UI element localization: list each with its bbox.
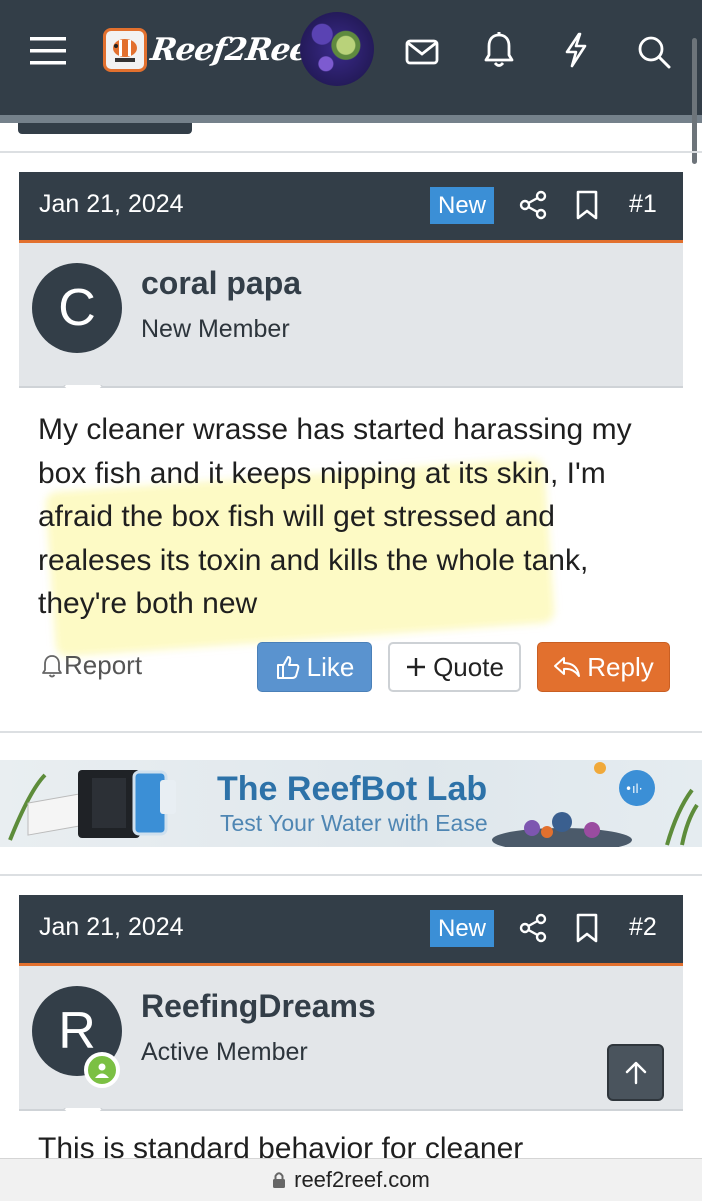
message-pointer-wrap [19,385,683,405]
post-date[interactable]: Jan 21, 2024 [39,190,184,219]
menu-icon[interactable] [26,32,70,70]
message-pointer [63,385,103,405]
quote-label: Quote [433,651,504,682]
user-title: New Member [141,315,290,343]
message-pointer [63,1108,103,1128]
quote-button[interactable]: Quote [388,642,521,692]
username[interactable]: ReefingDreams [141,988,376,1025]
site-logo[interactable]: Reef2Reef [103,28,324,72]
bell-outline-icon [42,654,62,677]
divider [0,874,702,876]
lightning-icon[interactable] [556,30,596,70]
brand-name: Reef2Reef [148,32,324,68]
header-underline [0,115,702,123]
search-icon[interactable] [634,32,674,72]
divider [0,151,702,153]
reply-button[interactable]: Reply [537,642,670,692]
page-scrollbar[interactable] [692,38,697,164]
online-status-icon [84,1052,120,1088]
user-avatar-image[interactable] [300,12,374,86]
post-header: Jan 21, 2024 New #2 [19,895,683,966]
user-info: C coral papa New Member [19,243,683,388]
lock-icon [273,1172,286,1188]
reply-arrow-icon [554,657,581,677]
divider [0,731,702,733]
bookmark-icon[interactable] [575,190,599,224]
share-icon[interactable] [519,190,547,224]
thumbs-up-icon [276,656,299,679]
share-icon[interactable] [519,913,547,947]
coral-reef-image: •ıl· [492,762,699,847]
post-number[interactable]: #1 [629,190,657,219]
post-number[interactable]: #2 [629,913,657,942]
avatar[interactable]: C [32,263,122,353]
post-message: My cleaner wrasse has started harassing … [38,413,632,620]
new-badge: New [430,910,494,947]
reefbot-product-image [8,770,176,841]
ad-subtitle: Test Your Water with Ease [220,810,488,836]
like-button[interactable]: Like [257,642,372,692]
mail-icon[interactable] [402,34,442,70]
post-date[interactable]: Jan 21, 2024 [39,913,184,942]
username[interactable]: coral papa [141,265,301,302]
arrow-up-icon [625,1061,646,1084]
post-1: Jan 21, 2024 New #1 C coral papa New Mem… [19,172,683,388]
url-text: reef2reef.com [294,1167,430,1192]
report-label: Report [64,650,143,680]
post-2: Jan 21, 2024 New #2 R ReefingDreams Acti… [19,895,683,1111]
top-navigation-bar: Reef2Reef [0,0,702,115]
ad-title: The ReefBot Lab [217,770,488,808]
plus-icon [407,658,426,676]
message-pointer-wrap [19,1108,683,1128]
page-tab-stub [18,123,192,134]
svg-text:•ıl·: •ıl· [625,782,643,796]
new-badge: New [430,187,494,224]
post-header: Jan 21, 2024 New #1 [19,172,683,243]
reply-label: Reply [587,651,654,682]
logo-badge-icon [103,28,147,72]
user-info: R ReefingDreams Active Member [19,966,683,1111]
scroll-to-top-button[interactable] [607,1044,664,1101]
user-title: Active Member [141,1038,308,1066]
report-link[interactable]: Report [40,650,142,681]
bookmark-icon[interactable] [575,913,599,947]
advertisement-banner[interactable]: The ReefBot Lab Test Your Water with Eas… [0,760,702,847]
browser-url-bar[interactable]: reef2reef.com [0,1158,702,1201]
like-label: Like [306,651,355,682]
bell-icon[interactable] [479,30,519,70]
